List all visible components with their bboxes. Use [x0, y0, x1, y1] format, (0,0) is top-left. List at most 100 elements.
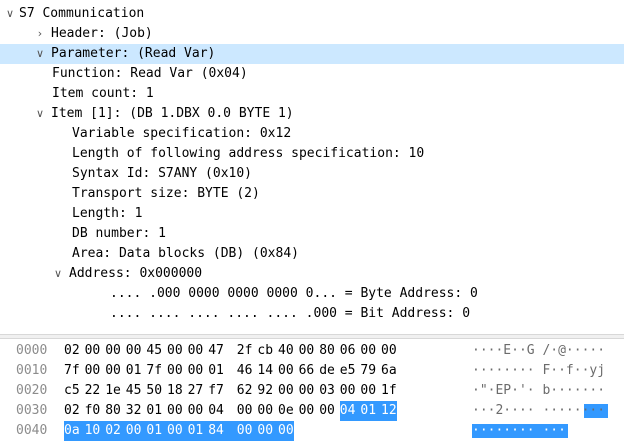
hex-byte[interactable]: 00 [360, 341, 376, 361]
hex-byte[interactable]: 01 [146, 421, 167, 441]
hex-byte[interactable]: 1f [381, 381, 397, 401]
hex-byte[interactable]: 27 [188, 381, 204, 401]
hex-byte[interactable]: 46 [237, 361, 253, 381]
hex-ascii[interactable]: ····E··G /·@····· [472, 341, 605, 361]
hex-byte[interactable]: 47 [208, 341, 224, 361]
hex-byte[interactable]: 79 [360, 361, 376, 381]
hex-byte[interactable]: 10 [84, 421, 106, 441]
hex-byte[interactable]: 00 [167, 341, 183, 361]
hex-byte[interactable]: 92 [257, 381, 273, 401]
hex-byte[interactable]: 01 [360, 401, 381, 421]
hex-byte[interactable]: 0e [278, 401, 294, 421]
hex-ascii[interactable]: ········ F··f··yj [472, 361, 605, 381]
tree-row[interactable]: ∨ S7 Communication [0, 4, 624, 24]
hex-byte[interactable]: 00 [340, 381, 356, 401]
hex-byte[interactable]: 00 [381, 341, 397, 361]
hex-byte[interactable]: f7 [208, 381, 224, 401]
tree-row[interactable]: Transport size: BYTE (2) [0, 184, 624, 204]
hex-row[interactable]: 0040 0a 10 02 00 01 00 01 84 00 00 00 ········ ··· [0, 421, 624, 441]
hex-byte[interactable]: 00 [278, 381, 294, 401]
packet-bytes-pane[interactable]: 0000 02 00 00 00 45 00 00 47 2f cb 40 00 80 06 00 00 ····… [0, 339, 624, 442]
tree-row[interactable]: .... .... .... .... .... .000 = Bit Addr… [0, 304, 624, 324]
hex-byte[interactable]: 02 [105, 421, 126, 441]
hex-byte[interactable]: 00 [126, 341, 142, 361]
hex-byte[interactable]: 04 [208, 401, 224, 421]
hex-byte[interactable]: 00 [257, 401, 273, 421]
hex-byte[interactable]: 00 [319, 401, 335, 421]
hex-byte[interactable]: 84 [208, 421, 237, 441]
tree-row[interactable]: ∨ Address: 0x000000 [0, 264, 624, 284]
tree-row[interactable]: ∨ Parameter: (Read Var) [0, 44, 624, 64]
hex-row[interactable]: 0000 02 00 00 00 45 00 00 47 2f cb 40 00 80 06 00 00 ····… [0, 341, 624, 361]
hex-byte[interactable]: 00 [278, 421, 294, 441]
hex-byte[interactable]: 62 [237, 381, 253, 401]
hex-byte[interactable]: c5 [64, 381, 80, 401]
hex-byte[interactable]: 1e [105, 381, 121, 401]
hex-byte[interactable]: 32 [126, 401, 142, 421]
hex-byte[interactable]: 01 [126, 361, 142, 381]
tree-row[interactable]: › Header: (Job) [0, 24, 624, 44]
tree-row[interactable]: Length: 1 [0, 204, 624, 224]
hex-row[interactable]: 0010 7f 00 00 01 7f 00 00 01 46 14 00 66 de e5 79 6a ····… [0, 361, 624, 381]
hex-byte[interactable]: 00 [278, 361, 294, 381]
hex-ascii[interactable]: ·"·EP·'· b······· [472, 381, 605, 401]
chevron-down-icon[interactable]: ∨ [34, 44, 46, 64]
hex-byte[interactable]: 14 [257, 361, 273, 381]
hex-byte[interactable]: 12 [381, 401, 397, 421]
hex-byte[interactable]: 80 [105, 401, 121, 421]
hex-byte[interactable]: 7f [146, 361, 162, 381]
hex-byte[interactable]: 00 [167, 361, 183, 381]
hex-byte[interactable]: 00 [125, 421, 147, 441]
hex-byte[interactable]: 00 [188, 341, 204, 361]
hex-byte[interactable]: cb [257, 341, 273, 361]
hex-byte[interactable]: 01 [187, 421, 209, 441]
hex-byte[interactable]: 00 [105, 361, 121, 381]
hex-byte[interactable]: 18 [167, 381, 183, 401]
chevron-down-icon[interactable]: ∨ [52, 264, 64, 284]
hex-byte[interactable]: 50 [146, 381, 162, 401]
hex-byte[interactable]: 80 [319, 341, 335, 361]
hex-byte[interactable]: 00 [299, 341, 315, 361]
hex-byte[interactable]: e5 [340, 361, 356, 381]
hex-byte[interactable]: de [319, 361, 335, 381]
hex-byte[interactable]: 03 [319, 381, 335, 401]
chevron-down-icon[interactable]: ∨ [4, 4, 16, 24]
hex-byte[interactable]: 66 [299, 361, 315, 381]
hex-byte[interactable]: 00 [105, 341, 121, 361]
tree-row[interactable]: Area: Data blocks (DB) (0x84) [0, 244, 624, 264]
tree-row[interactable]: DB number: 1 [0, 224, 624, 244]
hex-byte[interactable]: 6a [381, 361, 397, 381]
hex-byte[interactable]: 22 [85, 381, 101, 401]
packet-details-tree[interactable]: ∨ S7 Communication › Header: (Job) ∨ Paramete… [0, 0, 624, 334]
hex-byte[interactable]: 00 [299, 381, 315, 401]
hex-byte[interactable]: 02 [64, 401, 80, 421]
hex-byte[interactable]: 00 [360, 381, 376, 401]
hex-byte[interactable]: 00 [237, 401, 253, 421]
tree-row[interactable]: .... .000 0000 0000 0000 0... = Byte Add… [0, 284, 624, 304]
hex-byte[interactable]: f0 [85, 401, 101, 421]
tree-row[interactable]: Variable specification: 0x12 [0, 124, 624, 144]
hex-byte[interactable]: 01 [208, 361, 224, 381]
hex-byte[interactable]: 00 [188, 361, 204, 381]
hex-byte[interactable]: 2f [237, 341, 253, 361]
hex-byte[interactable]: 01 [146, 401, 162, 421]
hex-byte[interactable]: 00 [85, 341, 101, 361]
hex-byte[interactable]: 02 [64, 341, 80, 361]
hex-byte[interactable]: 00 [188, 401, 204, 421]
hex-row[interactable]: 0020 c5 22 1e 45 50 18 27 f7 62 92 00 00 03 00 00 1f ·"·E… [0, 381, 624, 401]
hex-byte[interactable]: 04 [339, 401, 361, 421]
hex-byte[interactable]: 00 [299, 401, 315, 421]
hex-ascii[interactable]: ········ ··· [472, 421, 566, 441]
tree-row[interactable]: ∨ Item [1]: (DB 1.DBX 0.0 BYTE 1) [0, 104, 624, 124]
hex-row[interactable]: 0030 02 f0 80 32 01 00 00 04 00 00 0e 00 00 04 01 12 ···2… [0, 401, 624, 421]
hex-byte[interactable]: 0a [64, 421, 85, 441]
chevron-down-icon[interactable]: ∨ [34, 104, 46, 124]
hex-byte[interactable]: 00 [85, 361, 101, 381]
tree-row[interactable]: Function: Read Var (0x04) [0, 64, 624, 84]
chevron-right-icon[interactable]: › [34, 24, 46, 44]
hex-ascii[interactable]: ···2···· ········ [472, 401, 605, 421]
tree-row[interactable]: Item count: 1 [0, 84, 624, 104]
hex-byte[interactable]: 06 [340, 341, 356, 361]
hex-byte[interactable]: 45 [126, 381, 142, 401]
hex-byte[interactable]: 00 [167, 401, 183, 421]
